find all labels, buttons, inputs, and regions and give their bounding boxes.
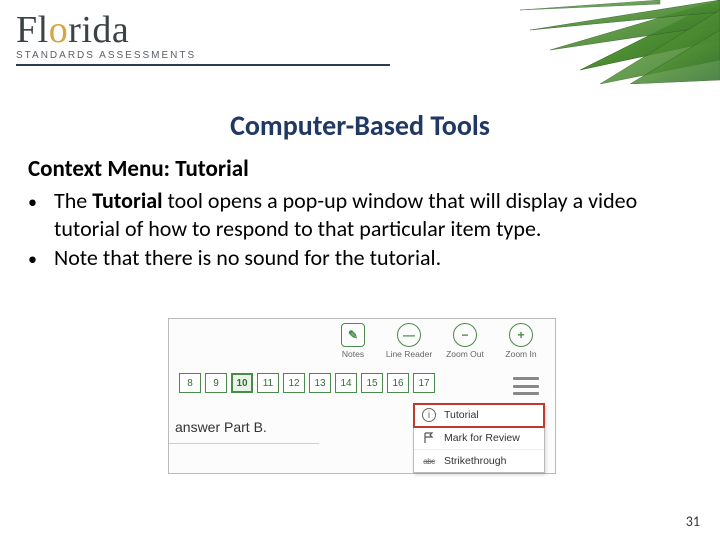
- line-reader-icon: —: [397, 323, 421, 347]
- bullet-text: The Tutorial tool opens a pop-up window …: [54, 187, 692, 242]
- page-number: 31: [686, 513, 700, 530]
- bullet-dot: •: [28, 244, 36, 272]
- header-rule: [16, 64, 390, 66]
- bullet-dot: •: [28, 187, 36, 242]
- tool-zoom-in[interactable]: + Zoom In: [495, 323, 547, 359]
- logo: Florida Standards Assessments: [16, 8, 196, 61]
- context-menu-tutorial[interactable]: i Tutorial: [414, 404, 544, 427]
- prompt-fragment: answer Part B.: [169, 419, 319, 444]
- header: Florida Standards Assessments: [0, 0, 720, 86]
- tool-label: Zoom Out: [439, 349, 491, 359]
- context-menu-strikethrough[interactable]: abc Strikethrough: [414, 450, 544, 472]
- question-tab[interactable]: 14: [335, 373, 357, 393]
- question-tab[interactable]: 8: [179, 373, 201, 393]
- zoom-out-icon: −: [453, 323, 477, 347]
- page-title: Computer-Based Tools: [0, 108, 720, 143]
- bullet-text: Note that there is no sound for the tuto…: [54, 244, 692, 272]
- toolbar: ✎ Notes — Line Reader − Zoom Out + Zoom In: [327, 323, 547, 359]
- tool-label: Line Reader: [383, 349, 435, 359]
- screenshot-inset: ✎ Notes — Line Reader − Zoom Out + Zoom In 8910…: [168, 318, 556, 474]
- hamburger-icon[interactable]: [513, 377, 539, 395]
- logo-text-post: rida: [68, 9, 129, 51]
- context-menu: i Tutorial Mark for Review abc Strikethrough: [413, 403, 545, 473]
- tool-zoom-out[interactable]: − Zoom Out: [439, 323, 491, 359]
- tool-label: Zoom In: [495, 349, 547, 359]
- bullet-item: • The Tutorial tool opens a pop-up window…: [28, 187, 692, 242]
- body-text: Context Menu: Tutorial • The Tutorial too…: [0, 143, 720, 272]
- question-tab[interactable]: 13: [309, 373, 331, 393]
- question-tab[interactable]: 16: [387, 373, 409, 393]
- subheading: Context Menu: Tutorial: [28, 155, 692, 183]
- tool-notes[interactable]: ✎ Notes: [327, 323, 379, 359]
- info-icon: i: [422, 408, 436, 422]
- tool-line-reader[interactable]: — Line Reader: [383, 323, 435, 359]
- context-menu-label: Mark for Review: [444, 432, 520, 444]
- question-tab[interactable]: 15: [361, 373, 383, 393]
- question-tab[interactable]: 9: [205, 373, 227, 393]
- question-tab[interactable]: 10: [231, 373, 253, 393]
- strikethrough-icon: abc: [422, 454, 436, 468]
- tool-label: Notes: [327, 349, 379, 359]
- zoom-in-icon: +: [509, 323, 533, 347]
- palm-graphic: [460, 0, 720, 84]
- logo-accent: o: [49, 9, 69, 51]
- context-menu-label: Tutorial: [444, 409, 479, 421]
- context-menu-mark-for-review[interactable]: Mark for Review: [414, 427, 544, 450]
- question-tab[interactable]: 17: [413, 373, 435, 393]
- notes-icon: ✎: [341, 323, 365, 347]
- question-tab[interactable]: 11: [257, 373, 279, 393]
- flag-icon: [422, 431, 436, 445]
- logo-subtitle: Standards Assessments: [16, 50, 196, 61]
- question-tab[interactable]: 12: [283, 373, 305, 393]
- bullet-item: • Note that there is no sound for the tut…: [28, 244, 692, 272]
- logo-text-pre: Fl: [16, 9, 49, 51]
- question-nav: 891011121314151617: [179, 373, 435, 393]
- context-menu-label: Strikethrough: [444, 455, 506, 467]
